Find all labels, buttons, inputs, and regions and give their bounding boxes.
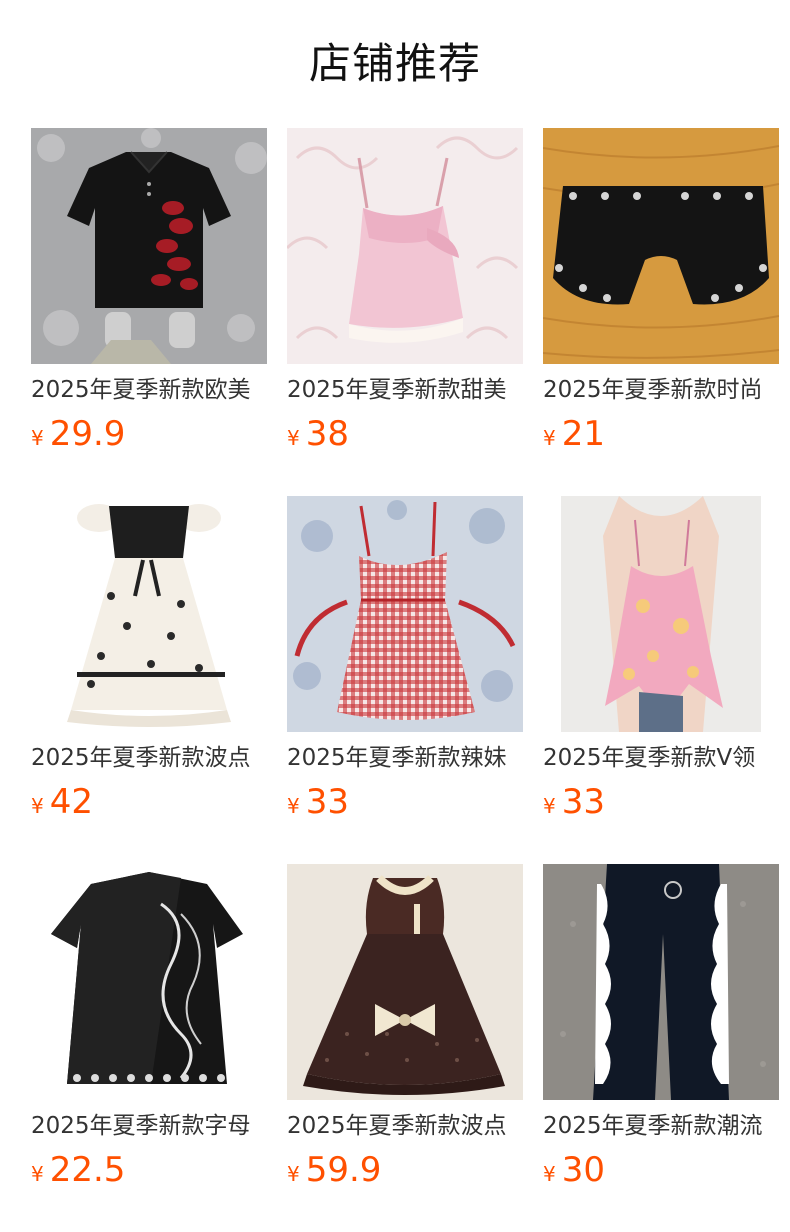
product-price: ¥42	[31, 782, 93, 826]
brown-polka-dress-image	[287, 864, 523, 1100]
product-image[interactable]	[31, 496, 267, 732]
product-card[interactable]: 2025年夏季新款波点 ¥59.9	[287, 864, 523, 1232]
product-name[interactable]: 2025年夏季新款波点	[31, 743, 267, 773]
black-polo-shirt-image	[31, 128, 267, 364]
product-grid: 2025年夏季新款欧美 ¥29.9 2025年夏季新款甜美 ¥ 38 2025年…	[31, 128, 779, 1232]
currency-symbol: ¥	[31, 426, 44, 450]
product-image[interactable]	[31, 864, 267, 1100]
product-image[interactable]	[287, 128, 523, 364]
product-price: ¥33	[543, 782, 605, 826]
price-value: 33	[305, 782, 349, 822]
product-price: ¥29.9	[31, 414, 125, 458]
product-name[interactable]: 2025年夏季新款欧美	[31, 375, 267, 405]
currency-symbol: ¥	[287, 426, 300, 450]
product-image[interactable]	[543, 496, 779, 732]
price-value: 59.9	[305, 1150, 382, 1190]
product-image[interactable]	[543, 864, 779, 1100]
product-price: ¥33	[287, 782, 349, 826]
product-name[interactable]: 2025年夏季新款波点	[287, 1111, 523, 1141]
product-price: ¥30	[543, 1150, 605, 1194]
product-card[interactable]: 2025年夏季新款辣妹 ¥33	[287, 496, 523, 864]
product-card[interactable]: 2025年夏季新款欧美 ¥29.9	[31, 128, 267, 496]
product-image[interactable]	[287, 496, 523, 732]
price-value: 30	[561, 1150, 605, 1190]
currency-symbol: ¥	[543, 426, 556, 450]
currency-symbol: ¥	[31, 794, 44, 818]
black-letter-tee-image	[31, 864, 267, 1100]
product-price: ¥38	[287, 414, 349, 458]
product-card[interactable]: 2025年夏季新款波点 ¥42	[31, 496, 267, 864]
black-flare-pants-image	[543, 864, 779, 1100]
product-name[interactable]: 2025年夏季新款辣妹	[287, 743, 523, 773]
product-name[interactable]: 2025年夏季新款V领	[543, 743, 779, 773]
product-price: ¥22.5	[31, 1150, 125, 1194]
product-price: ¥21	[543, 414, 605, 458]
currency-symbol: ¥	[543, 1162, 556, 1186]
currency-symbol: ¥	[287, 1162, 300, 1186]
product-card[interactable]: 2025年夏季新款V领 ¥33	[543, 496, 779, 864]
product-name[interactable]: 2025年夏季新款甜美	[287, 375, 523, 405]
price-value: 21	[561, 414, 605, 454]
product-image[interactable]	[287, 864, 523, 1100]
product-image[interactable]	[543, 128, 779, 364]
product-name[interactable]: 2025年夏季新款时尚	[543, 375, 779, 405]
page-title: 店铺推荐	[308, 39, 481, 88]
product-card[interactable]: 2025年夏季新款潮流 ¥30	[543, 864, 779, 1232]
price-value: 42	[49, 782, 93, 822]
product-card[interactable]: 2025年夏季新款时尚 ¥21	[543, 128, 779, 496]
price-value: 33	[561, 782, 605, 822]
pink-cami-image	[287, 128, 523, 364]
product-name[interactable]: 2025年夏季新款字母	[31, 1111, 267, 1141]
polka-dot-dress-image	[31, 496, 267, 732]
product-card[interactable]: 2025年夏季新款字母 ¥22.5	[31, 864, 267, 1232]
red-gingham-dress-image	[287, 496, 523, 732]
currency-symbol: ¥	[31, 1162, 44, 1186]
price-value: 38	[305, 414, 349, 454]
currency-symbol: ¥	[543, 794, 556, 818]
product-price: ¥59.9	[287, 1150, 381, 1194]
pink-floral-top-image	[543, 496, 779, 732]
product-name[interactable]: 2025年夏季新款潮流	[543, 1111, 779, 1141]
price-value: 22.5	[49, 1150, 126, 1190]
currency-symbol: ¥	[287, 794, 300, 818]
black-shorts-image	[543, 128, 779, 364]
price-value: 29.9	[49, 414, 126, 454]
product-card[interactable]: 2025年夏季新款甜美 ¥38	[287, 128, 523, 496]
product-image[interactable]	[31, 128, 267, 364]
